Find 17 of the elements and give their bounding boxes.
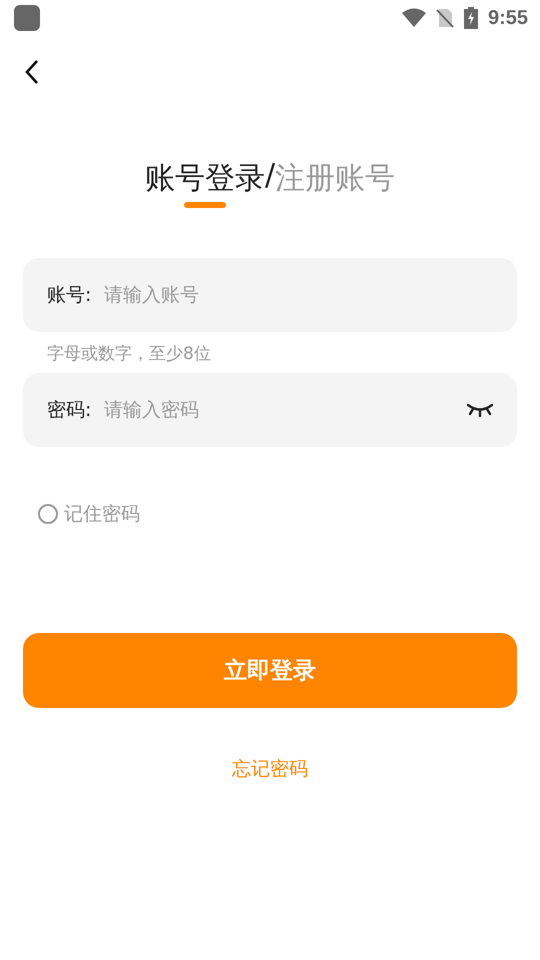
no-sim-icon <box>436 8 454 28</box>
eye-closed-icon[interactable] <box>467 403 493 417</box>
field-label: 账号: <box>47 283 92 307</box>
battery-charging-icon <box>464 7 478 29</box>
field-label: 密码: <box>47 398 92 422</box>
forgot-password-link[interactable]: 忘记密码 <box>232 756 308 782</box>
tab-separator: / <box>264 158 276 193</box>
remember-checkbox[interactable] <box>38 504 58 524</box>
login-button[interactable]: 立即登录 <box>23 633 517 708</box>
clock-time: 9:55 <box>488 6 528 30</box>
remember-label[interactable]: 记住密码 <box>64 501 140 527</box>
tab[interactable]: 账号登录 <box>144 158 265 199</box>
tab-indicator <box>184 202 226 208</box>
tab[interactable]: 注册账号 <box>275 158 396 199</box>
field-hint: 字母或数字，至少8位 <box>46 343 212 366</box>
app-notification-icon <box>14 5 40 31</box>
wifi-icon <box>402 8 426 28</box>
